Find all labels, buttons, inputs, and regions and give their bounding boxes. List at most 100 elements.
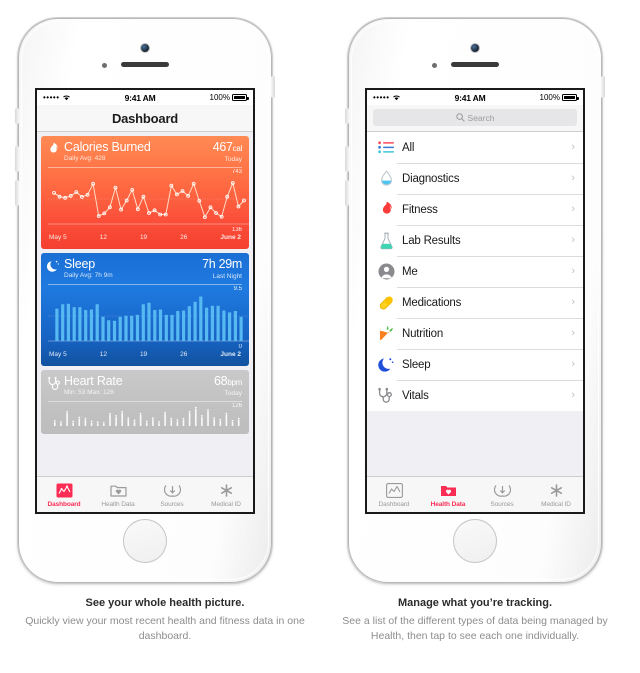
wifi-icon (392, 94, 401, 101)
all-list-icon (375, 137, 397, 159)
list-item-vitals[interactable]: Vitals › (367, 380, 583, 411)
card-unit: cal (232, 144, 243, 153)
card-when: Today (224, 390, 242, 397)
mute-switch[interactable] (15, 108, 19, 124)
tab-health-data[interactable]: Health Data (421, 477, 475, 512)
tab-bar: Dashboard Health Data Sources Medical ID (367, 476, 583, 512)
volume-down-button[interactable] (345, 180, 349, 206)
card-header: Calories Burned Daily Avg: 428 467cal To… (41, 136, 249, 164)
list-item-fitness[interactable]: Fitness › (367, 194, 583, 225)
mute-switch[interactable] (345, 108, 349, 124)
chart-y-max: 9.5 (233, 286, 242, 292)
stethoscope-icon (375, 385, 397, 407)
card-calories-burned[interactable]: Calories Burned Daily Avg: 428 467cal To… (41, 136, 249, 249)
card-title: Heart Rate (64, 374, 123, 388)
person-icon (375, 261, 397, 283)
list-item-nutrition[interactable]: Nutrition › (367, 318, 583, 349)
list-item-all[interactable]: All › (367, 132, 583, 163)
list-item-lab-results[interactable]: Lab Results › (367, 225, 583, 256)
health-data-folder-icon (109, 482, 127, 499)
home-button[interactable] (453, 519, 497, 563)
tab-medical-id[interactable]: Medical ID (529, 477, 583, 512)
volume-up-button[interactable] (15, 146, 19, 172)
front-camera-icon (471, 44, 479, 52)
phone-dashboard: ••••• 9:41 AM 100% Dashboard Calories Bu… (10, 18, 280, 583)
tab-label: Health Data (101, 500, 135, 508)
tab-health-data[interactable]: Health Data (91, 477, 145, 512)
screen-health-data: ••••• 9:41 AM 100% Search All › Diagnost… (367, 90, 583, 512)
battery-percent: 100% (209, 93, 230, 102)
medical-id-asterisk-icon (548, 482, 565, 499)
moon-icon (46, 259, 60, 274)
search-icon (455, 109, 465, 127)
power-button[interactable] (271, 76, 275, 98)
card-header-right: 467cal Today (212, 140, 243, 164)
card-header: Sleep Daily Avg: 7h 9m 7h 29m Last Night (41, 253, 249, 281)
home-button[interactable] (123, 519, 167, 563)
dashboard-chart-icon (385, 482, 403, 499)
card-value: 68bpm (214, 374, 242, 388)
card-title: Calories Burned (64, 140, 151, 154)
list-item-label: Me (402, 265, 418, 278)
status-time: 9:41 AM (454, 92, 486, 103)
card-heart-rate[interactable]: Heart Rate Min: 53 Max: 126 68bpm Today … (41, 370, 249, 434)
list-item-medications[interactable]: Medications › (367, 287, 583, 318)
medical-id-asterisk-icon (218, 482, 235, 499)
chart-x-axis-calories: May 5 12 19 26 June 2 (41, 234, 249, 244)
caption-dashboard: See your whole health picture. Quickly v… (15, 597, 315, 644)
card-when: Last Night (212, 273, 242, 280)
phone-health-data: ••••• 9:41 AM 100% Search All › Diagnost… (340, 18, 610, 583)
tab-label: Sources (160, 500, 184, 508)
stethoscope-icon (47, 376, 60, 391)
tab-sources[interactable]: Sources (475, 477, 529, 512)
tab-dashboard[interactable]: Dashboard (367, 477, 421, 512)
power-button[interactable] (601, 76, 605, 98)
chevron-right-icon: › (571, 265, 575, 277)
battery-full-icon (562, 94, 579, 101)
flame-icon (375, 199, 397, 221)
chart-y-min: 0 (238, 344, 242, 350)
caption-body: Quickly view your most recent health and… (25, 615, 305, 642)
list-item-diagnostics[interactable]: Diagnostics › (367, 163, 583, 194)
tab-dashboard[interactable]: Dashboard (37, 477, 91, 512)
x-tick: 26 (180, 234, 188, 241)
chart-heart-rate: 126 (48, 402, 242, 426)
card-header-left: Sleep Daily Avg: 7h 9m (46, 257, 113, 280)
carrot-icon (375, 323, 397, 345)
list-item-me[interactable]: Me › (367, 256, 583, 287)
chart-y-min: 136 (231, 227, 242, 233)
list-item-sleep[interactable]: Sleep › (367, 349, 583, 380)
tab-medical-id[interactable]: Medical ID (199, 477, 253, 512)
list-empty-space (367, 411, 583, 439)
card-sleep[interactable]: Sleep Daily Avg: 7h 9m 7h 29m Last Night… (41, 253, 249, 366)
sources-download-icon (163, 482, 181, 499)
card-value: 467cal (212, 140, 243, 154)
x-tick: 19 (139, 351, 148, 358)
x-tick: 12 (99, 234, 107, 241)
x-tick: May 5 (49, 351, 67, 358)
chart-calories-svg (48, 181, 249, 225)
comparison-screenshot: ••••• 9:41 AM 100% Dashboard Calories Bu… (0, 0, 640, 673)
tab-sources[interactable]: Sources (145, 477, 199, 512)
volume-down-button[interactable] (15, 180, 19, 206)
volume-up-button[interactable] (345, 146, 349, 172)
droplet-icon (375, 168, 397, 190)
x-tick: May 5 (49, 234, 67, 241)
chevron-right-icon: › (571, 141, 575, 153)
chevron-right-icon: › (571, 172, 575, 184)
chart-sleep-svg (48, 296, 249, 342)
search-input[interactable]: Search (373, 109, 577, 126)
moon-icon (375, 354, 397, 376)
battery-full-icon (232, 94, 249, 101)
pill-icon (375, 292, 397, 314)
card-subtitle: Daily Avg: 7h 9m (64, 272, 113, 279)
card-title: Sleep (64, 257, 95, 271)
x-tick-current: June 2 (220, 351, 241, 358)
sources-download-icon (493, 482, 511, 499)
front-camera-icon (141, 44, 149, 52)
flame-icon (47, 142, 60, 157)
x-tick: 19 (139, 234, 148, 241)
status-right: 100% (540, 93, 579, 102)
chevron-right-icon: › (571, 327, 575, 339)
x-tick-current: June 2 (220, 234, 241, 241)
